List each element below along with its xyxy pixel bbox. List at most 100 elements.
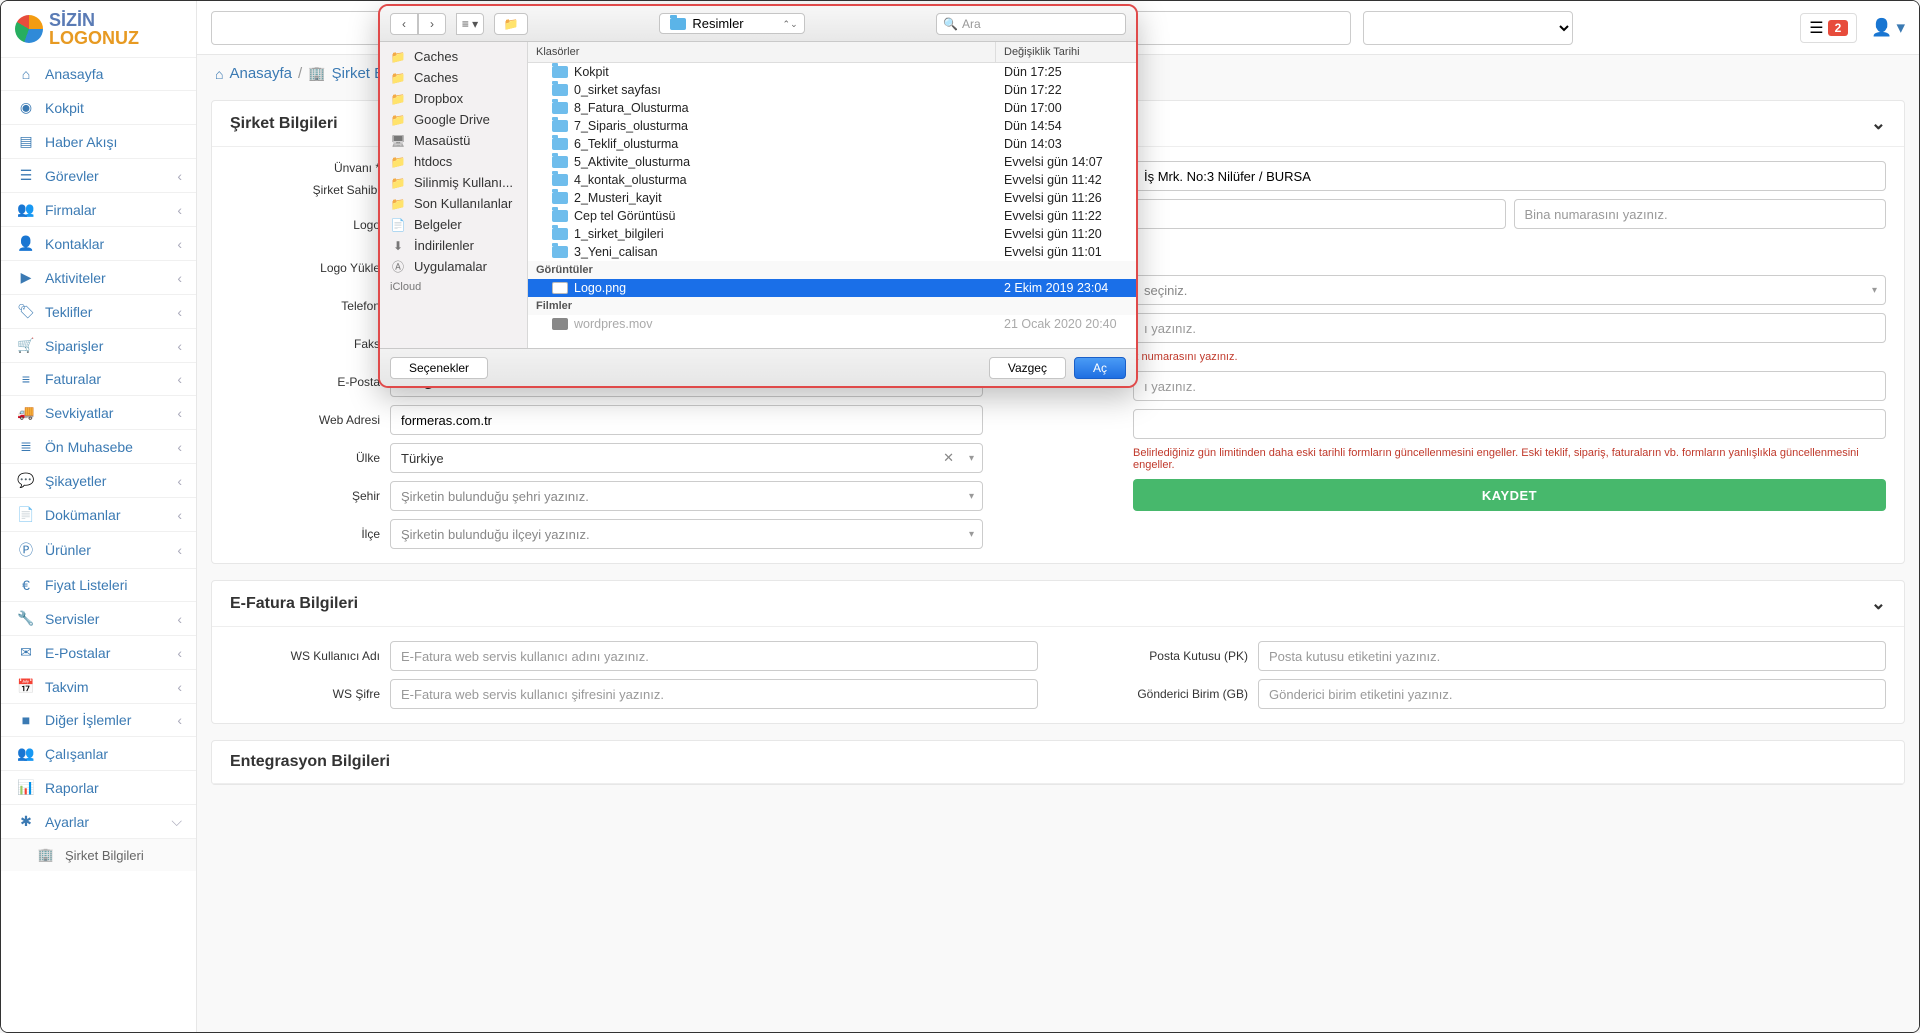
nav-item-sevkiyatlar[interactable]: 🚚Sevkiyatlar (1, 395, 196, 429)
nav-item-kontaklar[interactable]: 👤Kontaklar (1, 226, 196, 260)
location-label: Google Drive (414, 112, 490, 127)
nav-label: Şirket Bilgileri (65, 848, 144, 863)
nav-item-takvim[interactable]: 📅Takvim (1, 669, 196, 703)
panel-header: Entegrasyon Bilgileri (212, 741, 1904, 784)
options-button[interactable]: Seçenekler (390, 357, 488, 379)
file-row[interactable]: Cep tel GörüntüsüEvvelsi gün 11:22 (528, 207, 1136, 225)
bina-input[interactable] (1514, 199, 1887, 229)
back-button[interactable]: ‹ (390, 13, 418, 35)
file-date: Evvelsi gün 11:01 (996, 244, 1136, 260)
nav-item-diğer-i̇şlemler[interactable]: ■Diğer İşlemler (1, 703, 196, 736)
sokak-input[interactable] (1133, 199, 1506, 229)
collapse-icon[interactable]: ⌄ (1871, 113, 1886, 134)
nav-item-ürünler[interactable]: ⓅÜrünler (1, 531, 196, 568)
nav-label: Fiyat Listeleri (45, 577, 127, 593)
sidebar-location[interactable]: 📁Google Drive (380, 109, 527, 130)
web-label: Web Adresi (230, 413, 380, 427)
sidebar-location[interactable]: 📁htdocs (380, 151, 527, 172)
top-select[interactable] (1363, 11, 1573, 45)
sidebar-location[interactable]: 📁Son Kullanılanlar (380, 193, 527, 214)
company-info-icon: 🏢 (37, 847, 55, 863)
nav-item-şikayetler[interactable]: 💬Şikayetler (1, 463, 196, 497)
nav-item-ön-muhasebe[interactable]: ≣Ön Muhasebe (1, 429, 196, 463)
forward-button[interactable]: › (418, 13, 446, 35)
sidebar-location[interactable]: 📁Dropbox (380, 88, 527, 109)
nav-item-dokümanlar[interactable]: 📄Dokümanlar (1, 497, 196, 531)
select-field[interactable]: seçiniz. (1133, 275, 1886, 305)
nav-item-çalışanlar[interactable]: 👥Çalışanlar (1, 736, 196, 770)
sidebar-location[interactable]: 📄Belgeler (380, 214, 527, 235)
breadcrumb-home[interactable]: Anasayfa (229, 65, 292, 82)
nav-item-firmalar[interactable]: 👥Firmalar (1, 192, 196, 226)
ulke-label: Ülke (230, 451, 380, 465)
nav-item-kokpit[interactable]: ◉Kokpit (1, 90, 196, 124)
address-input[interactable] (1133, 161, 1886, 191)
sidebar-location[interactable]: ⒶUygulamalar (380, 256, 527, 277)
sidebar-location[interactable]: 📁Caches (380, 67, 527, 88)
location-icon: 📁 (390, 177, 406, 189)
ws-pass-input[interactable] (390, 679, 1038, 709)
pk-input[interactable] (1258, 641, 1886, 671)
nav-item-raporlar[interactable]: 📊Raporlar (1, 770, 196, 804)
cancel-button[interactable]: Vazgeç (989, 357, 1066, 379)
nav-label: Servisler (45, 611, 99, 627)
partial-input-3[interactable] (1133, 371, 1886, 401)
notification-button[interactable]: ☰ 2 (1800, 13, 1857, 43)
file-row[interactable]: 5_Aktivite_olusturmaEvvelsi gün 14:07 (528, 153, 1136, 171)
ulke-select[interactable]: Türkiye✕ (390, 443, 983, 473)
orders-icon: 🛒 (17, 337, 35, 354)
file-row[interactable]: 8_Fatura_OlusturmaDün 17:00 (528, 99, 1136, 117)
nav-item-anasayfa[interactable]: ⌂Anasayfa (1, 57, 196, 90)
nav-item-fiyat-listeleri[interactable]: € Fiyat Listeleri (1, 568, 196, 601)
file-row[interactable]: 3_Yeni_calisanEvvelsi gün 11:01 (528, 243, 1136, 261)
dialog-search[interactable]: 🔍 (936, 13, 1126, 35)
nav-item-e-postalar[interactable]: ✉E-Postalar (1, 635, 196, 669)
ws-user-input[interactable] (390, 641, 1038, 671)
partial-input-4[interactable] (1133, 409, 1886, 439)
nav-item-görevler[interactable]: ☰Görevler (1, 158, 196, 192)
partial-input-2[interactable] (1133, 313, 1886, 343)
nav-item-aktiviteler[interactable]: ▶Aktiviteler (1, 260, 196, 294)
ilce-select[interactable]: Şirketin bulunduğu ilçeyi yazınız. (390, 519, 983, 549)
col-date-header[interactable]: Değişiklik Tarihi (996, 42, 1136, 62)
file-row[interactable]: 6_Teklif_olusturmaDün 14:03 (528, 135, 1136, 153)
file-row[interactable]: KokpitDün 17:25 (528, 63, 1136, 81)
file-row[interactable]: 1_sirket_bilgileriEvvelsi gün 11:20 (528, 225, 1136, 243)
nav-label: Faturalar (45, 371, 101, 387)
col-name-header[interactable]: Klasörler (528, 42, 996, 62)
nav-item-servisler[interactable]: 🔧Servisler (1, 601, 196, 635)
file-row[interactable]: wordpres.mov21 Ocak 2020 20:40 (528, 315, 1136, 333)
nav-item-haber-akışı[interactable]: ▤Haber Akışı (1, 124, 196, 158)
file-row[interactable]: 7_Siparis_olusturmaDün 14:54 (528, 117, 1136, 135)
file-row[interactable]: 4_kontak_olusturmaEvvelsi gün 11:42 (528, 171, 1136, 189)
nav-item-ayarlar[interactable]: ✱Ayarlar (1, 804, 196, 838)
clear-icon[interactable]: ✕ (943, 450, 954, 466)
gb-input[interactable] (1258, 679, 1886, 709)
sidebar-location[interactable]: 🖥Masaüstü (380, 130, 527, 151)
nav-item-teklifler[interactable]: 🏷Teklifler (1, 294, 196, 328)
save-button[interactable]: KAYDET (1133, 479, 1886, 511)
file-row[interactable]: Logo.png2 Ekim 2019 23:04 (528, 279, 1136, 297)
nav-item-faturalar[interactable]: ≡Faturalar (1, 362, 196, 395)
nav-label: Anasayfa (45, 66, 103, 82)
file-name: 1_sirket_bilgileri (574, 227, 664, 241)
location-selector[interactable]: Resimler (659, 13, 804, 34)
sehir-select[interactable]: Şirketin bulunduğu şehri yazınız. (390, 481, 983, 511)
prices-icon: € (17, 577, 35, 593)
web-input[interactable] (390, 405, 983, 435)
sidebar-location[interactable]: 📁Caches (380, 46, 527, 67)
sidebar-location[interactable]: 📁Silinmiş Kullanı... (380, 172, 527, 193)
nav-subitem[interactable]: 🏢 Şirket Bilgileri (1, 838, 196, 871)
breadcrumb-page: Şirket B (332, 65, 385, 82)
nav-item-siparişler[interactable]: 🛒Siparişler (1, 328, 196, 362)
folder-icon (552, 156, 568, 168)
view-mode-button[interactable]: ≡ ▾ (456, 13, 484, 35)
user-menu-button[interactable]: 👤 ▾ (1871, 18, 1905, 38)
open-button[interactable]: Aç (1074, 357, 1126, 379)
file-row[interactable]: 2_Musteri_kayitEvvelsi gün 11:26 (528, 189, 1136, 207)
collapse-icon[interactable]: ⌄ (1871, 593, 1886, 614)
dialog-search-input[interactable] (962, 17, 1119, 31)
sidebar-location[interactable]: ⬇İndirilenler (380, 235, 527, 256)
file-row[interactable]: 0_sirket sayfasıDün 17:22 (528, 81, 1136, 99)
folder-button[interactable]: 📁 (494, 13, 528, 35)
